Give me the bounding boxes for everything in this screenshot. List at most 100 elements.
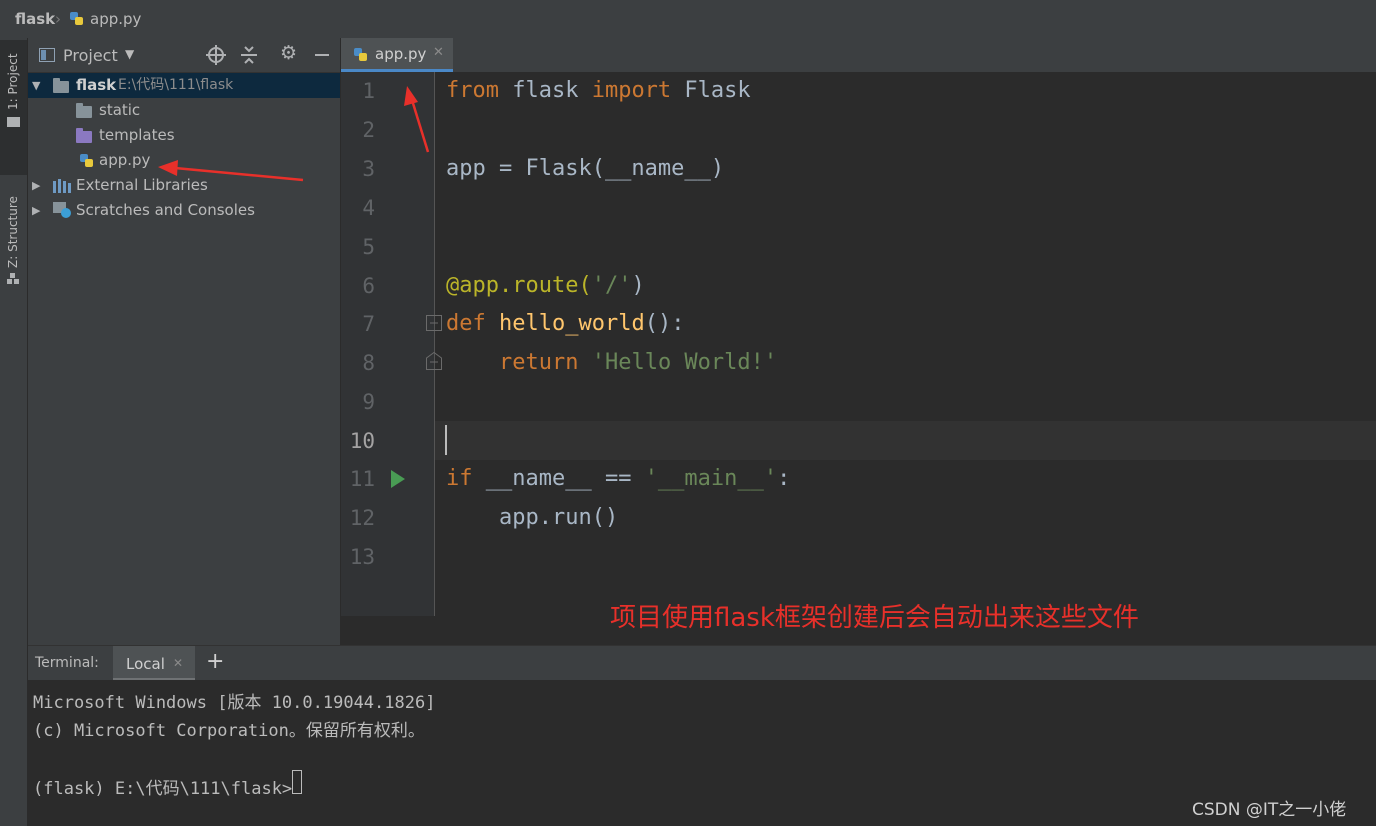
project-view-icon	[39, 48, 55, 62]
structure-stripe-button[interactable]: Z: Structure	[0, 178, 27, 288]
project-stripe-label: 1: Project	[6, 53, 20, 110]
fold-end-icon[interactable]	[426, 352, 442, 370]
string: 'Hello World!'	[591, 350, 778, 375]
collapse-all-icon[interactable]	[240, 45, 258, 65]
tree-item-label: app.py	[99, 151, 151, 169]
terminal-tab-local[interactable]: Local ✕	[113, 646, 195, 680]
code-text: Flask	[671, 78, 751, 103]
code-line-8: return 'Hello World!'	[446, 350, 777, 375]
line-number: 5	[362, 235, 375, 259]
code-line-12: app.run()	[446, 505, 618, 530]
gear-icon[interactable]: ⚙	[280, 42, 297, 64]
annotation-text: 项目使用flask框架创建后会自动出来这些文件	[610, 603, 1139, 633]
code-text: __name__ ==	[472, 466, 645, 491]
tree-item-flask-root[interactable]: ▼ flask E:\代码\111\flask	[28, 73, 340, 98]
code-editor[interactable]	[435, 72, 1376, 616]
breadcrumb-file[interactable]: app.py	[90, 10, 141, 28]
code-line-11: if __name__ == '__main__':	[446, 466, 790, 491]
folder-icon	[7, 117, 20, 127]
watermark: CSDN @IT之一小佬	[1192, 800, 1347, 820]
string: '__main__'	[644, 466, 778, 491]
tree-item-static[interactable]: static	[28, 98, 340, 123]
close-icon[interactable]: ✕	[173, 656, 183, 670]
keyword: import	[591, 78, 672, 103]
code-text: flask	[498, 78, 592, 103]
code-text: app.run()	[498, 505, 619, 530]
navigation-bar: flask › app.py	[0, 0, 1376, 39]
tool-window-stripe: 1: Project Z: Structure	[0, 38, 28, 826]
terminal-header: Terminal: Local ✕ +	[28, 645, 1376, 680]
breadcrumb-separator-icon: ›	[55, 10, 61, 28]
tree-item-templates[interactable]: templates	[28, 123, 340, 148]
template-folder-icon	[76, 128, 92, 143]
code-line-3: app = Flask(__name__)	[446, 156, 725, 181]
line-number: 3	[362, 157, 375, 181]
line-number: 11	[349, 467, 375, 491]
line-number: 4	[362, 196, 375, 220]
current-line-highlight	[435, 421, 1376, 460]
add-terminal-icon[interactable]: +	[206, 649, 224, 674]
line-number: 12	[349, 506, 375, 530]
code-line-7: def hello_world():	[446, 311, 684, 336]
project-panel-header: Project ▼ ⚙	[28, 38, 340, 73]
line-number: 2	[362, 118, 375, 142]
terminal-cursor	[292, 770, 302, 794]
code-text: :	[777, 466, 791, 491]
line-number-current: 10	[349, 429, 375, 453]
terminal-line: (c) Microsoft Corporation。保留所有权利。	[33, 721, 425, 741]
chevron-down-icon[interactable]: ▼	[125, 47, 134, 61]
scratches-icon	[53, 202, 71, 218]
code-text: )	[631, 273, 645, 298]
keyword: if	[446, 466, 473, 491]
function-name: hello_world	[499, 311, 645, 336]
code-line-6: @app.route('/')	[446, 273, 645, 298]
close-icon[interactable]: ✕	[433, 45, 444, 60]
project-stripe-button[interactable]: 1: Project	[0, 40, 27, 175]
run-arrow-icon[interactable]	[390, 469, 406, 489]
tree-item-label: static	[99, 101, 141, 119]
python-file-icon	[70, 12, 83, 25]
tree-item-label: External Libraries	[76, 176, 208, 194]
editor-tab-label: app.py	[375, 45, 427, 63]
line-number: 6	[362, 274, 375, 298]
terminal-line: Microsoft Windows [版本 10.0.19044.1826]	[33, 693, 436, 713]
python-file-icon	[80, 154, 93, 167]
editor-tab-app-py[interactable]: app.py ✕	[341, 38, 453, 72]
tree-item-label: flask	[76, 76, 117, 94]
minimize-icon[interactable]	[315, 54, 329, 56]
project-panel: Project ▼ ⚙ ▼ flask E:\代码\111\flask stat…	[28, 38, 340, 645]
tree-item-label: Scratches and Consoles	[76, 201, 255, 219]
expand-arrow-icon[interactable]: ▶	[32, 173, 40, 198]
expand-arrow-icon[interactable]: ▼	[32, 73, 40, 98]
text-cursor	[445, 425, 447, 455]
terminal-tab-label: Local	[126, 655, 165, 673]
line-number: 8	[362, 351, 375, 375]
fold-marker-icon[interactable]	[426, 315, 442, 331]
keyword: return	[498, 350, 579, 375]
locate-target-icon[interactable]	[206, 45, 226, 65]
python-file-icon	[354, 48, 367, 61]
tree-item-external-libraries[interactable]: ▶ External Libraries	[28, 173, 340, 198]
keyword: from	[446, 78, 499, 103]
structure-icon	[7, 273, 19, 284]
code-text: ():	[644, 311, 685, 336]
tree-item-path: E:\代码\111\flask	[118, 77, 234, 93]
folder-icon	[76, 103, 92, 118]
line-number: 9	[362, 390, 375, 414]
structure-stripe-label: Z: Structure	[6, 196, 20, 268]
decorator: @app.route(	[446, 273, 592, 298]
tree-item-app-py[interactable]: app.py	[28, 148, 340, 173]
editor-tab-bar: app.py ✕	[341, 38, 1376, 73]
tree-item-scratches[interactable]: ▶ Scratches and Consoles	[28, 198, 340, 223]
line-number: 7	[362, 312, 375, 336]
expand-arrow-icon[interactable]: ▶	[32, 198, 40, 223]
project-view-title[interactable]: Project	[63, 46, 118, 65]
breadcrumb-project[interactable]: flask	[15, 10, 55, 28]
tree-item-label: templates	[99, 126, 175, 144]
editor-gutter	[341, 72, 435, 616]
code-line-1: from flask import Flask	[446, 78, 751, 103]
line-number: 13	[349, 545, 375, 569]
string: '/'	[591, 273, 632, 298]
library-icon	[53, 179, 71, 193]
terminal-label: Terminal:	[35, 655, 99, 671]
